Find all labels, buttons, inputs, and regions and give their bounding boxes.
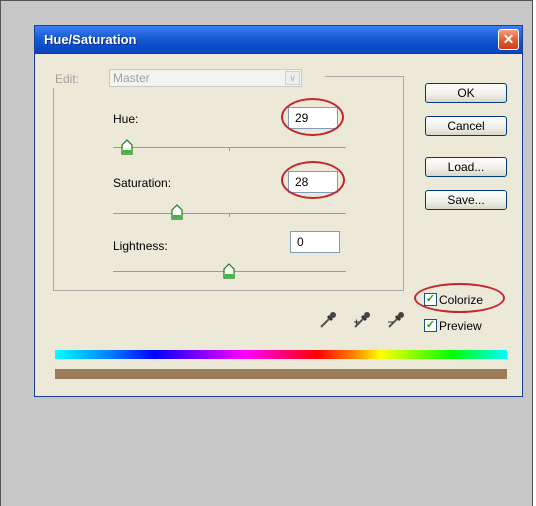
preview-checkbox[interactable]: ✓ Preview: [424, 318, 504, 334]
saturation-slider-thumb[interactable]: [171, 204, 183, 220]
hue-saturation-dialog: Hue/Saturation ✕ Edit: Master ∨ Hue: 29 …: [34, 25, 523, 397]
lightness-label: Lightness:: [113, 239, 168, 253]
hue-slider-thumb[interactable]: [121, 139, 133, 155]
edit-row: Edit: Master ∨: [49, 68, 325, 88]
eyedropper-minus-icon[interactable]: [386, 310, 406, 330]
ok-button[interactable]: OK: [425, 83, 507, 103]
eyedropper-plus-icon[interactable]: [352, 310, 372, 330]
saturation-label: Saturation:: [113, 176, 172, 190]
annotation-circle-hue: [281, 98, 344, 136]
cancel-button[interactable]: Cancel: [425, 116, 507, 136]
hue-slider-center-tick: [229, 147, 230, 151]
save-button[interactable]: Save...: [425, 190, 507, 210]
output-color-bar: [55, 369, 507, 379]
screenshot-frame: Hue/Saturation ✕ Edit: Master ∨ Hue: 29 …: [0, 0, 533, 506]
load-button[interactable]: Load...: [425, 157, 507, 177]
adjustment-group: [53, 76, 404, 291]
edit-channel-select[interactable]: Master ∨: [109, 69, 302, 87]
eyedropper-icon[interactable]: [318, 310, 338, 330]
hue-label: Hue:: [113, 112, 139, 126]
preview-label: Preview: [439, 319, 482, 333]
chevron-down-icon[interactable]: ∨: [285, 71, 300, 85]
annotation-circle-saturation: [281, 161, 345, 199]
edit-channel-value: Master: [113, 71, 150, 85]
saturation-slider-center-tick: [229, 213, 230, 217]
lightness-input[interactable]: 0: [290, 231, 340, 253]
preview-check-box[interactable]: ✓: [424, 319, 437, 332]
lightness-slider-thumb[interactable]: [223, 263, 235, 279]
edit-label: Edit:: [55, 72, 80, 86]
title-bar[interactable]: Hue/Saturation ✕: [35, 26, 522, 54]
close-icon[interactable]: ✕: [498, 29, 519, 50]
input-spectrum-bar: [55, 350, 507, 359]
annotation-circle-colorize: [414, 283, 505, 313]
dialog-title: Hue/Saturation: [44, 32, 137, 47]
